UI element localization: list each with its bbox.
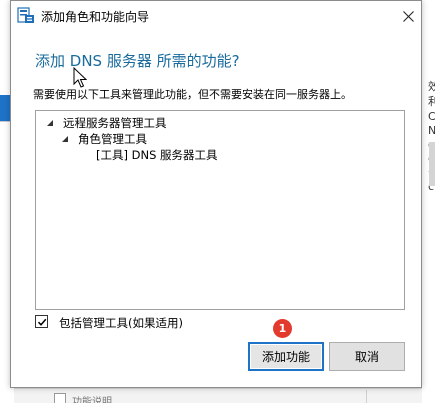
expanded-arrow-icon[interactable] [45, 118, 55, 128]
tree-item-label: 角色管理工具 [78, 132, 147, 146]
expanded-arrow-icon[interactable] [60, 134, 70, 144]
add-features-button[interactable]: 添加功能 [248, 342, 324, 371]
step-number-badge: 1 [273, 319, 292, 338]
include-management-tools-checkbox[interactable] [35, 315, 48, 328]
dialog-heading: 添加 DNS 服务器 所需的功能? [35, 52, 240, 70]
tree-item-label: 远程服务器管理工具 [63, 116, 167, 130]
cancel-button[interactable]: 取消 [329, 342, 405, 371]
title-bar: 添加角色和功能向导 [11, 1, 421, 31]
tree-item-role-admin-tools[interactable]: 角色管理工具 [60, 131, 147, 147]
add-features-dialog: 添加角色和功能向导 添加 DNS 服务器 所需的功能? 需要使用以下工具来管理此… [10, 0, 422, 388]
checkmark-icon [37, 318, 46, 326]
background-nav-selection [0, 95, 10, 121]
background-text: 效 [428, 80, 435, 93]
server-manager-icon [17, 7, 34, 23]
background-checkbox [54, 393, 66, 403]
dialog-description: 需要使用以下工具来管理此功能，但不需要安装在同一服务器上。 [33, 88, 352, 101]
background-text: C [428, 110, 435, 123]
close-button[interactable] [395, 3, 421, 29]
feature-tree[interactable]: 远程服务器管理工具 角色管理工具 [工具] DNS 服务器工具 [35, 110, 405, 310]
window-title: 添加角色和功能向导 [41, 10, 150, 24]
tree-item-remote-server-admin-tools[interactable]: 远程服务器管理工具 [45, 115, 167, 131]
background-text: 利 [428, 95, 435, 108]
background-scrollbar-thumb [429, 142, 435, 186]
background-divider [366, 390, 367, 403]
tree-item-label: [工具] DNS 服务器工具 [96, 148, 218, 162]
background-text: N [428, 124, 435, 137]
tree-item-dns-server-tools[interactable]: [工具] DNS 服务器工具 [96, 147, 218, 163]
close-icon [402, 10, 414, 22]
include-management-tools-label[interactable]: 包括管理工具(如果适用) [59, 315, 183, 331]
background-bottom-text: 功能说明 [72, 397, 112, 403]
